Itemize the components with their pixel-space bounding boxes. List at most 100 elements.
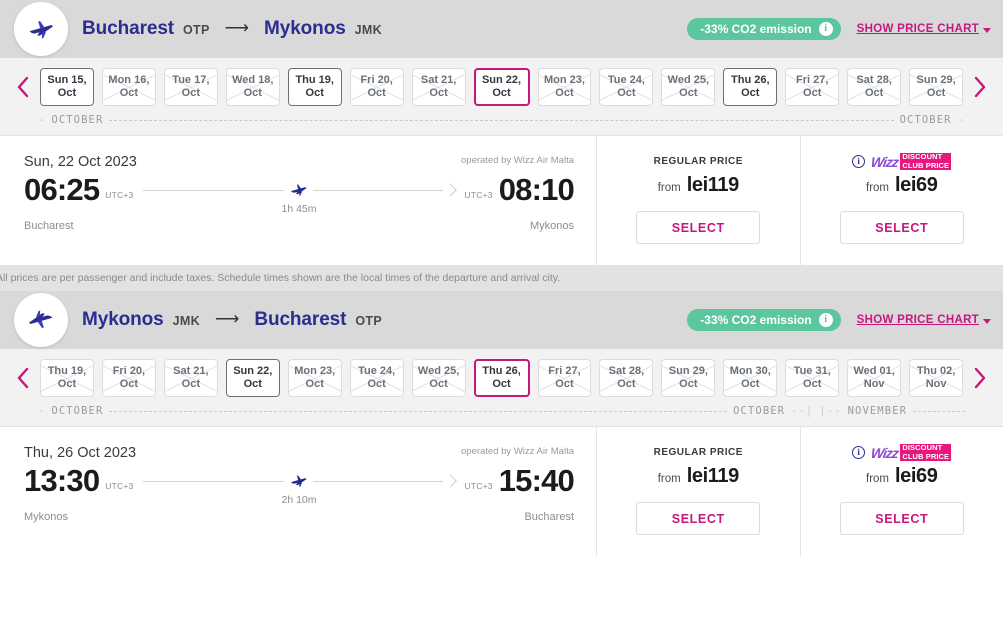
legend-divider-left (109, 410, 728, 412)
arrival-time: 08:10 (498, 172, 575, 207)
date-cell-thu26-oct[interactable]: Thu 26, Oct (473, 359, 530, 397)
date-cell-fri20-oct[interactable]: Fri 20, Oct (101, 359, 156, 397)
regular-price-column: REGULAR PRICE from lei119 SELECT (596, 136, 800, 265)
date-next-button[interactable] (963, 76, 997, 98)
date-cell-day: Mon 23, (543, 74, 585, 87)
date-cell-thu19-oct[interactable]: Thu 19, Oct (40, 359, 94, 397)
destination-city: Bucharest (254, 309, 347, 330)
operated-by-label: operated by Wizz Air Malta (461, 155, 574, 166)
flight-itinerary: Sun, 22 Oct 2023 operated by Wizz Air Mal… (0, 136, 596, 265)
date-cell-fri27-oct[interactable]: Fri 27, Oct (785, 68, 840, 106)
flight-path-arrow-icon (443, 183, 457, 196)
flight-block: Bucharest OTP ⟶ Mykonos JMK -33% CO2 emission… (0, 0, 1003, 291)
date-cell-sun29-oct[interactable]: Sun 29, Oct (909, 68, 964, 106)
date-prev-button[interactable] (6, 367, 40, 389)
legend-month-center: NOVEMBER (847, 405, 907, 417)
info-icon[interactable]: i (852, 155, 866, 168)
date-cell-month: Oct (803, 378, 822, 390)
date-cell-mon23-oct[interactable]: Mon 23, Oct (537, 68, 592, 106)
route-header: Mykonos JMK ⟶ Bucharest OTP -33% CO2 emission… (0, 291, 1003, 349)
select-button[interactable]: SELECT (839, 211, 964, 244)
date-cell-sun22-oct[interactable]: Sun 22, Oct (473, 68, 530, 106)
select-button[interactable]: SELECT (636, 211, 761, 244)
date-cell-tue17-oct[interactable]: Tue 17, Oct (163, 68, 218, 106)
month-legend: - OCTOBER OCTOBER - (0, 106, 1003, 131)
legend-month-left: OCTOBER (51, 114, 104, 126)
date-cell-day: Wed 25, (417, 365, 460, 378)
price-amount: from lei119 (658, 174, 740, 197)
info-icon[interactable]: i (818, 313, 833, 327)
date-cell-wed01-nov[interactable]: Wed 01, Nov (847, 359, 902, 397)
date-cell-sun29-oct[interactable]: Sun 29, Oct (661, 359, 716, 397)
chevron-left-icon (17, 367, 29, 389)
date-cell-mon16-oct[interactable]: Mon 16, Oct (101, 68, 156, 106)
date-cell-mon23-oct[interactable]: Mon 23, Oct (287, 359, 342, 397)
date-cell-month: Oct (741, 87, 760, 99)
show-price-chart-link[interactable]: SHOW PRICE CHART (857, 314, 991, 326)
info-icon[interactable]: i (818, 22, 833, 36)
select-button[interactable]: SELECT (839, 502, 964, 535)
date-cell-month: Oct (243, 87, 262, 99)
date-cell-tue24-oct[interactable]: Tue 24, Oct (599, 68, 654, 106)
date-cell-fri20-oct[interactable]: Fri 20, Oct (349, 68, 404, 106)
price-value: lei69 (895, 174, 938, 196)
price-from-label: from (657, 473, 681, 485)
date-next-button[interactable] (963, 367, 997, 389)
date-cell-thu02-nov[interactable]: Thu 02, Nov (909, 359, 964, 397)
origin-city: Mykonos (82, 309, 164, 330)
date-cell-month: Oct (492, 87, 511, 99)
date-cell-sat21-oct[interactable]: Sat 21, Oct (163, 359, 218, 397)
date-cell-month: Oct (679, 87, 698, 99)
date-cell-wed25-oct[interactable]: Wed 25, Oct (411, 359, 466, 397)
block-spacer (0, 556, 1003, 572)
date-cell-day: Wed 18, (232, 74, 274, 87)
route-summary: Bucharest OTP ⟶ Mykonos JMK (82, 18, 382, 40)
show-price-chart-label: SHOW PRICE CHART (856, 314, 979, 326)
date-cell-sun15-oct[interactable]: Sun 15, Oct (40, 68, 94, 106)
date-cell-mon30-oct[interactable]: Mon 30, Oct (723, 359, 778, 397)
show-price-chart-link[interactable]: SHOW PRICE CHART (857, 23, 991, 35)
departure-time: 06:25 (24, 172, 100, 207)
header-actions: -33% CO2 emission i SHOW PRICE CHART (687, 309, 1003, 331)
date-cell-wed18-oct[interactable]: Wed 18, Oct (225, 68, 280, 106)
date-cell-wed25-oct[interactable]: Wed 25, Oct (661, 68, 716, 106)
date-prev-button[interactable] (6, 76, 40, 98)
date-cell-sat28-oct[interactable]: Sat 28, Oct (599, 359, 654, 397)
date-cell-day: Sun 22, (481, 74, 522, 87)
select-button[interactable]: SELECT (636, 502, 761, 535)
date-cell-month: Oct (119, 87, 139, 99)
date-cell-sat28-oct[interactable]: Sat 28, Oct (847, 68, 902, 106)
date-cell-sun22-oct[interactable]: Sun 22, Oct (225, 359, 280, 397)
legend-divider-right (913, 410, 965, 412)
date-cell-month: Oct (429, 378, 448, 390)
plane-icon (284, 471, 314, 490)
date-cell-fri27-oct[interactable]: Fri 27, Oct (537, 359, 592, 397)
date-cell-month: Oct (367, 378, 386, 390)
price-amount: from lei69 (866, 465, 938, 488)
date-cell-month: Oct (243, 378, 262, 390)
flight-duration: 1h 45m (281, 202, 317, 215)
plane-depart-icon (29, 21, 53, 39)
date-cell-tue31-oct[interactable]: Tue 31, Oct (785, 359, 840, 397)
date-cell-month: Oct (181, 378, 201, 390)
co2-emission-badge: -33% CO2 emission i (687, 18, 841, 40)
date-selector: Sun 15, Oct Mon 16, Oct Tue 17, Oct Wed 18, Oct… (0, 58, 1003, 135)
info-icon[interactable]: i (852, 446, 866, 459)
date-strip: Sun 15, Oct Mon 16, Oct Tue 17, Oct Wed 18, Oct… (0, 68, 1003, 106)
discount-club-block: DISCOUNT CLUB PRICE (900, 152, 952, 171)
date-cell-sat21-oct[interactable]: Sat 21, Oct (411, 68, 466, 106)
flight-path-arrow-icon (443, 474, 457, 487)
date-cell-thu19-oct[interactable]: Thu 19, Oct (287, 68, 342, 106)
legend-tick-right: - (957, 114, 965, 126)
date-cell-month: Oct (492, 378, 511, 390)
date-cell-day: Fri 20, (360, 74, 393, 87)
date-cell-day: Tue 24, (358, 365, 396, 378)
route-header: Bucharest OTP ⟶ Mykonos JMK -33% CO2 emission… (0, 0, 1003, 58)
date-cell-thu26-oct[interactable]: Thu 26, Oct (723, 68, 778, 106)
date-cell-tue24-oct[interactable]: Tue 24, Oct (349, 359, 404, 397)
plane-icon (284, 180, 314, 199)
date-cell-month: Oct (429, 87, 448, 99)
date-selector: Thu 19, Oct Fri 20, Oct Sat 21, Oct Sun 22, Oct… (0, 349, 1003, 426)
date-cell-month: Oct (864, 87, 884, 99)
chevron-down-icon (983, 318, 991, 324)
